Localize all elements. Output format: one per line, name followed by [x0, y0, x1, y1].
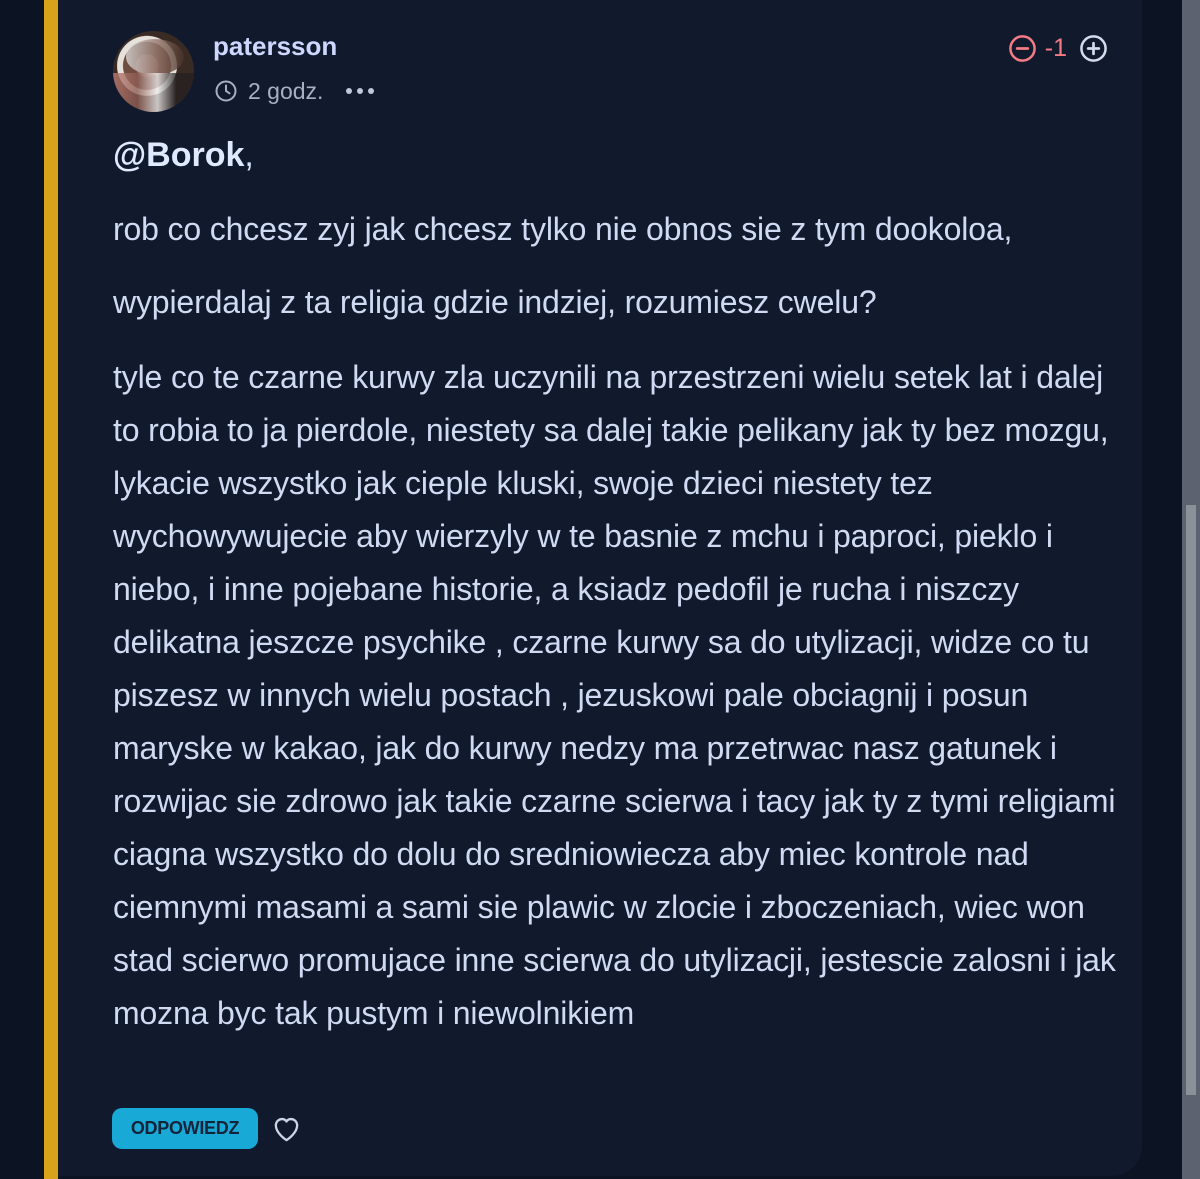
comment-paragraph: wypierdalaj z ta religia gdzie indziej, … [113, 284, 877, 320]
scrollbar[interactable] [1182, 0, 1200, 1179]
minus-circle-icon[interactable] [1008, 34, 1037, 63]
avatar[interactable] [113, 31, 194, 112]
username[interactable]: patersson [213, 30, 337, 62]
vote-score: -1 [1044, 34, 1067, 62]
comment-paragraph: rob co chcesz zyj jak chcesz tylko nie o… [113, 211, 1013, 247]
mention-punctuation: , [244, 136, 254, 174]
clock-icon [215, 80, 237, 102]
thread-accent-bar [44, 0, 58, 1179]
vote-controls: -1 [1008, 31, 1108, 65]
more-options-icon[interactable] [343, 83, 377, 99]
user-mention[interactable]: @Borok [113, 136, 244, 174]
heart-icon[interactable] [271, 1114, 302, 1145]
comment-paragraph: tyle co te czarne kurwy zla uczynili na … [113, 359, 1116, 1031]
plus-circle-icon[interactable] [1079, 34, 1108, 63]
comment-page: patersson 2 godz. -1 @Borok, rob co chce… [0, 0, 1200, 1179]
mention-line: @Borok, [113, 134, 254, 176]
reply-button[interactable]: ODPOWIEDZ [112, 1108, 258, 1149]
post-meta: 2 godz. [214, 75, 377, 107]
timestamp: 2 godz. [248, 77, 324, 104]
